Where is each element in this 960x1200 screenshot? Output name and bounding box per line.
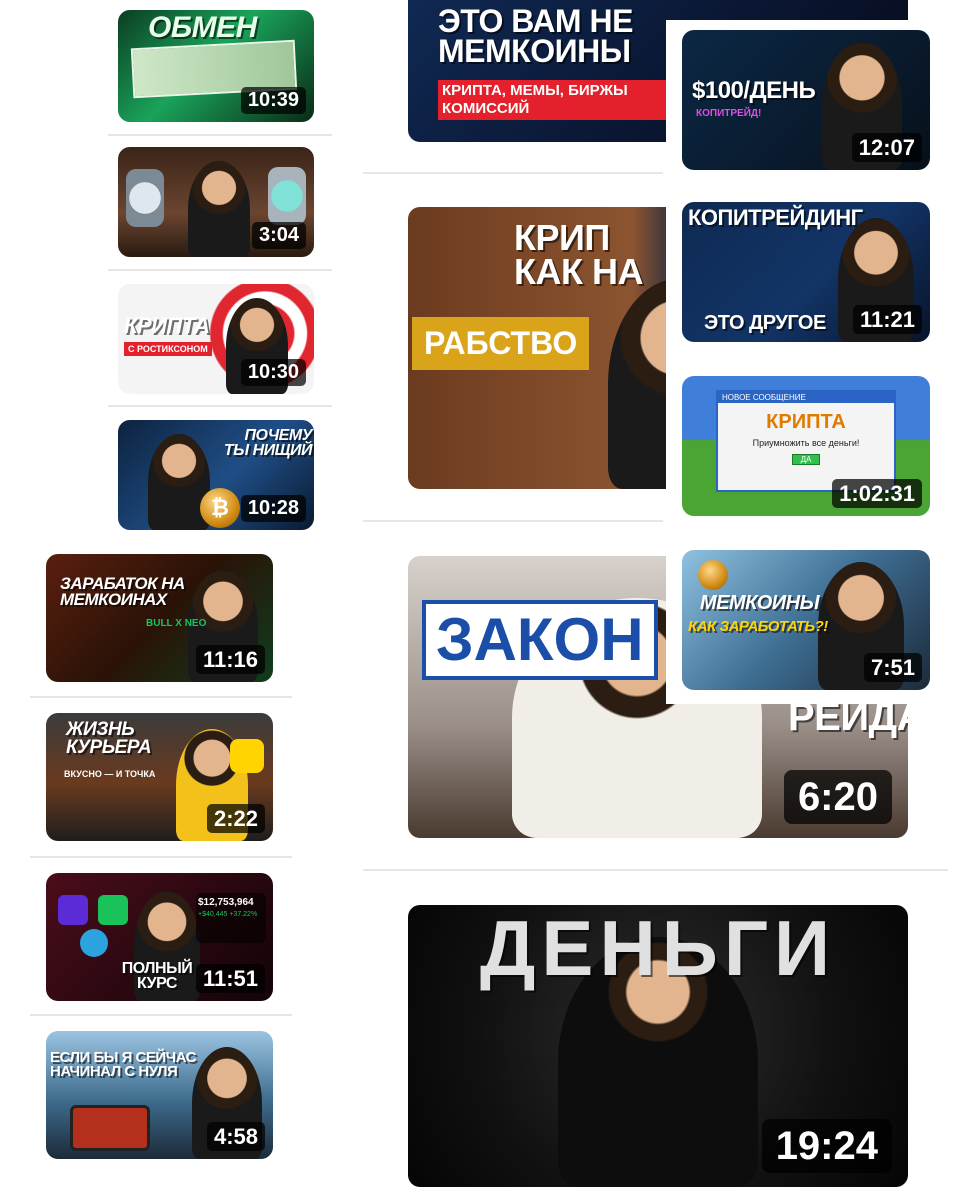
video-duration: 3:04 [251,222,306,249]
thumbnail-subtitle: КРИПТА, МЕМЫ, БИРЖЫ КОМИССИЙ [438,80,666,120]
stats-change: +$40,445 +37.22% [198,911,258,918]
divider [30,856,292,858]
sign-plate: РАБСТВО [412,317,590,370]
watch-image [268,167,306,225]
divider [30,1014,292,1016]
thumbnail-subtitle: ЭТО ДРУГОЕ [704,312,826,334]
video-thumbnail[interactable]: ОБМЕН 10:39 [118,10,314,122]
thumbnail-title: КРИП КАК НА [514,217,643,293]
video-duration: 11:21 [852,304,922,334]
bitcoin-icon: ₿ [200,488,240,528]
telegram-icon [80,929,108,957]
thumbnail-title: ПОЛНЫЙ КУРС [121,960,193,993]
divider [30,696,292,698]
video-duration: 10:28 [240,495,306,522]
thumbnail-title: ДЕНЬГИ [479,905,837,992]
video-duration: 1:02:31 [832,478,922,508]
divider [108,405,332,407]
thumbnail-title: $100/ДЕНЬ [692,77,816,104]
video-duration: 10:39 [240,87,306,114]
video-thumbnail[interactable]: МЕМКОИНЫ КАК ЗАРАБОТАТЬ?! 7:51 [682,550,930,690]
phone-image [70,1105,150,1151]
thumbnail-title: ПОЧЕМУ ТЫ НИЩИЙ [223,427,313,460]
divider [363,172,663,174]
video-duration: 2:22 [206,803,265,833]
popup-button: ДА [792,454,820,465]
thumbnail-title: ЗАРАБАТОК НА МЕМКОИНАХ [60,574,185,610]
video-thumbnail[interactable]: 3:04 [118,147,314,257]
video-thumbnail[interactable]: ДЕНЬГИ 19:24 [408,905,908,1187]
thumbnail-title: КОПИТРЕЙДИНГ [688,205,863,230]
divider [108,134,332,136]
spiral-logo [230,739,264,773]
thumbnail-subtitle: BULL X NEO [146,618,207,629]
solana-icon [58,895,88,925]
thumbnail-title: ЕСЛИ БЫ Я СЕЙЧАС НАЧИНАЛ С НУЛЯ [50,1049,196,1081]
video-thumbnail[interactable]: ЖИЗНЬ КУРЬЕРА ВКУСНО — И ТОЧКА 2:22 [46,713,273,841]
video-thumbnail[interactable]: ЕСЛИ БЫ Я СЕЙЧАС НАЧИНАЛ С НУЛЯ 4:58 [46,1031,273,1159]
video-duration: 4:58 [206,1121,265,1151]
popup-headline: КРИПТА [766,411,846,433]
thumbnail-subtitle: С РОСТИКСОНОМ [124,342,212,356]
video-duration: 6:20 [783,770,892,824]
coin-icon [698,560,728,590]
video-thumbnail[interactable]: КОПИТРЕЙДИНГ ЭТО ДРУГОЕ 11:21 [682,202,930,342]
divider [363,520,663,522]
popup-message: Приумножить все деньги! [752,438,860,448]
thumbnail-title: ЖИЗНЬ КУРЬЕРА [66,719,152,759]
video-thumbnail[interactable]: $12,753,964 +$40,445 +37.22% ПОЛНЫЙ КУРС… [46,873,273,1001]
video-thumbnail[interactable]: КРИПТА С РОСТИКСОНОМ 10:30 [118,284,314,394]
video-thumbnail[interactable]: ЗАРАБАТОК НА МЕМКОИНАХ BULL X NEO 11:16 [46,554,273,682]
popup-window-title: НОВОЕ СООБЩЕНИЕ [718,392,894,403]
video-duration: 11:16 [195,644,265,674]
thumbnail-title: МЕМКОИНЫ [700,592,820,614]
video-thumbnail[interactable]: ₿ ПОЧЕМУ ТЫ НИЩИЙ 10:28 [118,420,314,530]
person-image [188,161,250,257]
thumbnail-title: КРИПТА [124,313,210,338]
stats-value: $12,753,964 [198,897,254,908]
thumbnail-title: ЭТО ВАМ НЕ МЕМКОИНЫ [438,3,633,70]
thumbnail-title: ЗАКОН [422,600,658,680]
popup-window: НОВОЕ СООБЩЕНИЕ КРИПТА Приумножить все д… [716,390,896,492]
watch-image [126,169,164,227]
bull-icon [98,895,128,925]
video-duration: 10:30 [240,359,306,386]
video-thumbnail[interactable]: $100/ДЕНЬ КОПИТРЕЙД! 12:07 [682,30,930,170]
video-duration: 7:51 [863,652,922,682]
thumbnail-subtitle: ВКУСНО — И ТОЧКА [64,769,156,779]
thumbnail-subtitle: КОПИТРЕЙД! [696,108,762,119]
divider [108,269,332,271]
divider [363,869,948,871]
video-duration: 11:51 [195,963,265,993]
video-thumbnail[interactable]: НОВОЕ СООБЩЕНИЕ КРИПТА Приумножить все д… [682,376,930,516]
thumbnail-subtitle: КАК ЗАРАБОТАТЬ?! [688,618,828,635]
video-duration: 19:24 [761,1119,892,1173]
video-duration: 12:07 [851,132,922,162]
thumbnail-title: ОБМЕН [148,11,257,44]
